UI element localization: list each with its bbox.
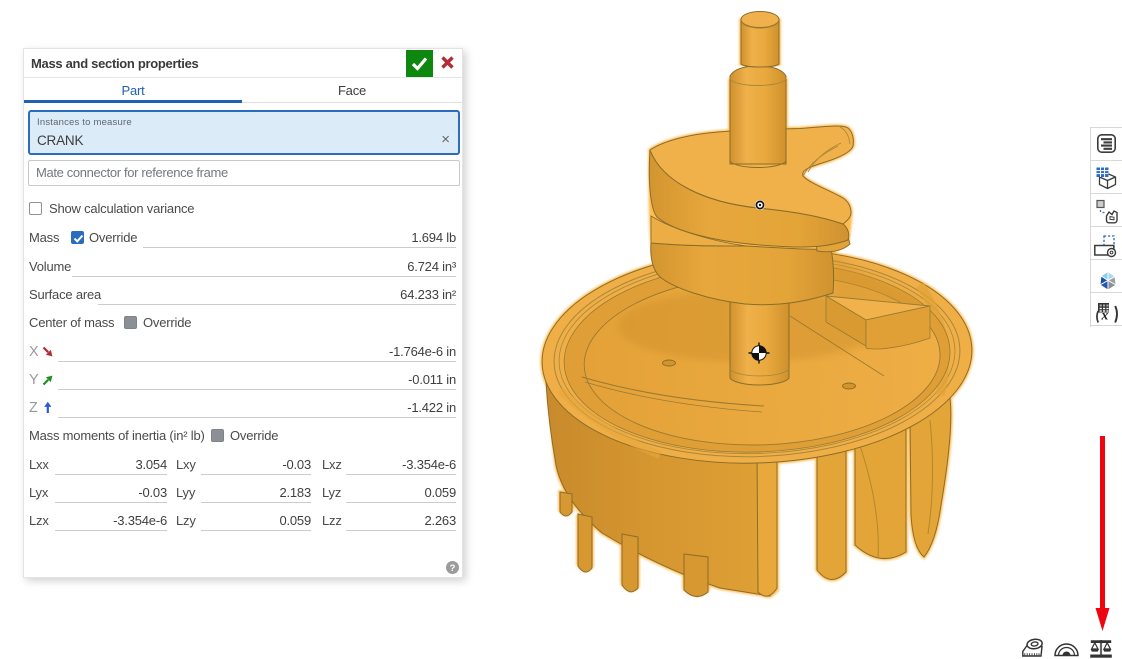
svg-text:x: x xyxy=(1101,308,1109,323)
svg-text:?: ? xyxy=(450,563,456,574)
